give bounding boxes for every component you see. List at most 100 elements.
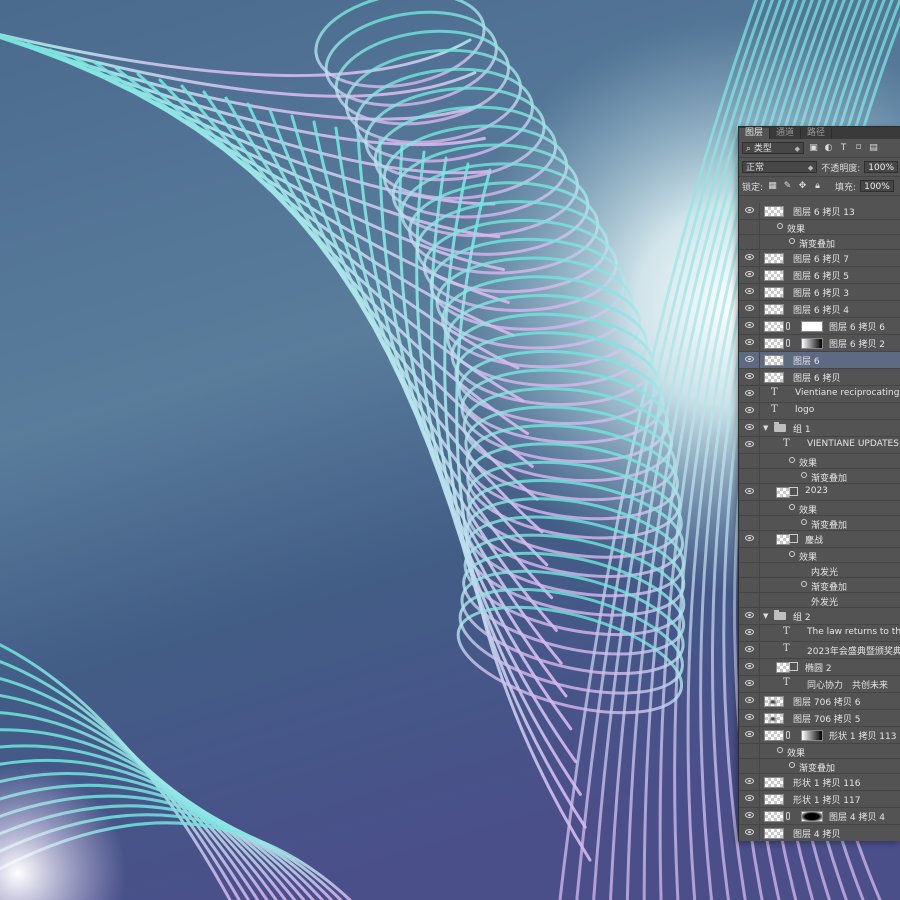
expand-triangle-icon[interactable]: ▼ (763, 424, 768, 432)
visibility-eye-icon[interactable] (745, 778, 754, 784)
visibility-eye-icon[interactable] (745, 356, 754, 362)
layer-row[interactable]: T 同心协力 共创未来 (739, 676, 900, 693)
effects-icon[interactable] (777, 223, 783, 229)
layer-row[interactable]: Tlogo (739, 403, 900, 420)
layer-row[interactable]: T The law returns to the sp (739, 625, 900, 642)
layer-row[interactable]: 图层 6 拷贝 13 (739, 203, 900, 220)
layer-row[interactable]: 椭圆 2 (739, 659, 900, 676)
layer-row[interactable]: 图层 6 拷贝 3 (739, 284, 900, 301)
visibility-eye-icon[interactable] (745, 612, 754, 618)
visibility-eye-icon[interactable] (745, 535, 754, 541)
layer-row[interactable]: 渐变叠加 (739, 235, 900, 250)
visibility-eye-icon[interactable] (745, 424, 754, 430)
folder-icon (774, 610, 786, 620)
layer-row[interactable]: T 2023年会盛典暨颁奖典礼 (739, 642, 900, 659)
opacity-input[interactable]: 100% (864, 161, 898, 173)
layer-row[interactable]: 鏖战 (739, 531, 900, 548)
tab-channels[interactable]: 通道 (770, 128, 802, 139)
lock-position-icon[interactable]: ✥ (797, 181, 808, 192)
layer-row[interactable]: 2023 (739, 484, 900, 501)
layer-row[interactable]: 形状 1 拷贝 113 (739, 727, 900, 744)
visibility-eye-icon[interactable] (745, 829, 754, 835)
layer-row[interactable]: 渐变叠加 (739, 759, 900, 774)
visibility-eye-icon[interactable] (745, 663, 754, 669)
effects-icon[interactable] (789, 457, 795, 463)
visibility-eye-icon[interactable] (745, 254, 754, 260)
layer-row[interactable]: 渐变叠加 (739, 578, 900, 593)
layer-row[interactable]: 图层 6 拷贝 (739, 369, 900, 386)
chevron-icon: ◆ (807, 164, 814, 172)
visibility-eye-icon[interactable] (745, 795, 754, 801)
effect-visibility-icon[interactable] (789, 762, 795, 768)
layer-row[interactable]: 效果 (739, 454, 900, 469)
visibility-eye-icon[interactable] (745, 305, 754, 311)
layer-row[interactable]: 渐变叠加 (739, 469, 900, 484)
image-filter-icon[interactable]: ▣ (808, 143, 819, 154)
layer-row[interactable]: 图层 6 拷贝 4 (739, 301, 900, 318)
layers-panel: 图层 通道 路径 ⌕ 类型 ◆ ▣ ◐ T ⌑ ▤ 正常 ◆ 不透明度: 100% … (738, 126, 900, 841)
visibility-eye-icon[interactable] (745, 322, 754, 328)
effects-icon[interactable] (777, 747, 783, 753)
lock-all-icon[interactable]: 🔒︎ (812, 181, 823, 192)
visibility-eye-icon[interactable] (745, 488, 754, 494)
layer-row[interactable]: 效果 (739, 548, 900, 563)
visibility-eye-icon[interactable] (745, 271, 754, 277)
visibility-eye-icon[interactable] (745, 629, 754, 635)
lock-image-icon[interactable]: ✎ (782, 181, 793, 192)
effects-icon[interactable] (789, 551, 795, 557)
visibility-eye-icon[interactable] (745, 373, 754, 379)
layer-row[interactable]: ▼ 组 2 (739, 608, 900, 625)
layer-row[interactable]: 效果 (739, 744, 900, 759)
filter-type-select[interactable]: ⌕ 类型 ◆ (742, 142, 804, 154)
layer-row[interactable]: 图层 4 拷贝 4 (739, 808, 900, 825)
layer-thumbnail (764, 270, 784, 281)
layer-row[interactable]: 图层 6 拷贝 6 (739, 318, 900, 335)
layer-row[interactable]: 图层 706 拷贝 6 (739, 693, 900, 710)
visibility-eye-icon[interactable] (745, 731, 754, 737)
layer-row[interactable]: 形状 1 拷贝 117 (739, 791, 900, 808)
layer-row[interactable]: 形状 1 拷贝 116 (739, 774, 900, 791)
visibility-eye-icon[interactable] (745, 207, 754, 213)
layer-row[interactable]: 图层 6 拷贝 2 (739, 335, 900, 352)
layer-row[interactable]: 图层 6 拷贝 5 (739, 267, 900, 284)
effect-visibility-icon[interactable] (801, 472, 807, 478)
layer-row[interactable]: 效果 (739, 501, 900, 516)
layer-row[interactable]: 图层 4 拷贝 (739, 825, 900, 841)
effect-visibility-icon[interactable] (789, 238, 795, 244)
visibility-eye-icon[interactable] (745, 407, 754, 413)
layer-row[interactable]: ▼ 组 1 (739, 420, 900, 437)
layer-row[interactable]: 图层 706 拷贝 5 (739, 710, 900, 727)
tab-layers[interactable]: 图层 (739, 128, 771, 139)
visibility-eye-icon[interactable] (745, 441, 754, 447)
lock-transparency-icon[interactable]: ▦ (767, 181, 778, 192)
layer-row[interactable]: 效果 (739, 220, 900, 235)
text-filter-icon[interactable]: T (838, 143, 849, 154)
layer-row[interactable]: T Vientiane reciprocating to a (739, 386, 900, 403)
layer-row[interactable]: 图层 6 拷贝 7 (739, 250, 900, 267)
layer-row[interactable]: 图层 6 (739, 352, 900, 369)
fill-input[interactable]: 100% (860, 180, 894, 192)
smart-object-icon (789, 487, 798, 496)
smart-object-filter-icon[interactable]: ▤ (868, 143, 879, 154)
blend-mode-select[interactable]: 正常 ◆ (742, 161, 818, 173)
blend-toolbar: 正常 ◆ 不透明度: 100% (739, 158, 900, 177)
visibility-eye-icon[interactable] (745, 714, 754, 720)
visibility-eye-icon[interactable] (745, 646, 754, 652)
expand-triangle-icon[interactable]: ▼ (763, 612, 768, 620)
shape-filter-icon[interactable]: ⌑ (853, 143, 864, 154)
layer-row[interactable]: 外发光 (739, 593, 900, 608)
effect-visibility-icon[interactable] (801, 581, 807, 587)
effect-visibility-icon[interactable] (801, 519, 807, 525)
visibility-eye-icon[interactable] (745, 697, 754, 703)
layer-row[interactable]: 渐变叠加 (739, 516, 900, 531)
effects-icon[interactable] (789, 504, 795, 510)
visibility-eye-icon[interactable] (745, 288, 754, 294)
layer-row[interactable]: 内发光 (739, 563, 900, 578)
layer-row[interactable]: T VIENTIANE UPDATES (739, 437, 900, 454)
adjustment-filter-icon[interactable]: ◐ (823, 143, 834, 154)
visibility-eye-icon[interactable] (745, 339, 754, 345)
visibility-eye-icon[interactable] (745, 680, 754, 686)
visibility-eye-icon[interactable] (745, 390, 754, 396)
visibility-eye-icon[interactable] (745, 812, 754, 818)
tab-paths[interactable]: 路径 (801, 128, 833, 139)
